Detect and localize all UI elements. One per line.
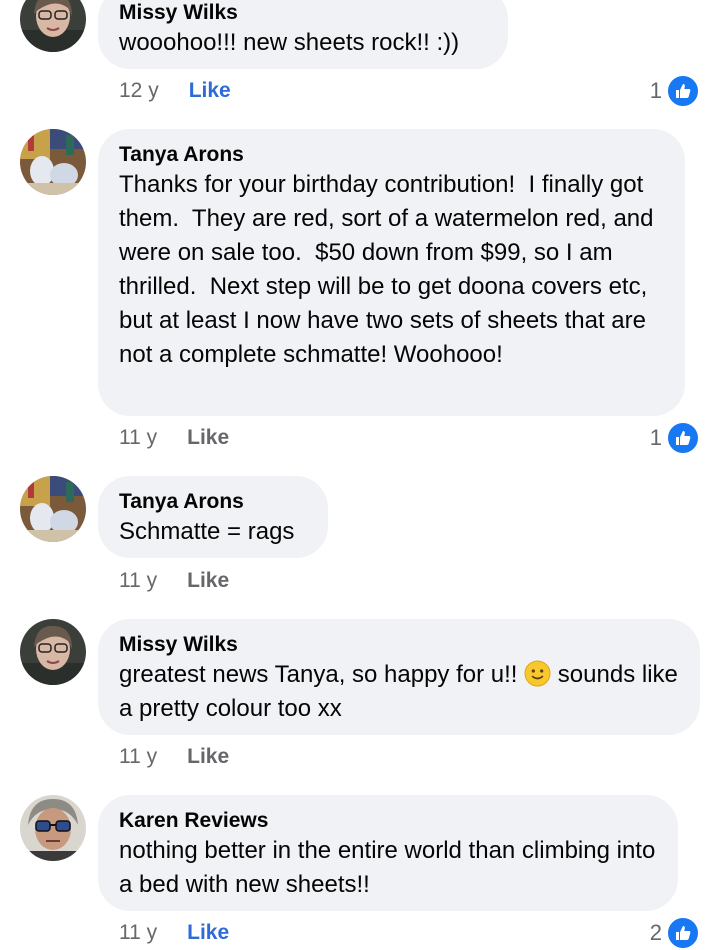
comment-text: nothing better in the entire world than … [119, 837, 662, 898]
avatar[interactable] [20, 619, 86, 685]
reaction-count: 1 [649, 425, 662, 450]
toys-shelf-avatar [20, 476, 86, 542]
comment-text: wooohoo!!! new sheets rock!! :)) [119, 29, 460, 56]
comment-actions: 11 y Like [119, 920, 229, 946]
like-button[interactable]: Like [189, 78, 231, 104]
person-with-blue-glasses-avatar [20, 795, 86, 861]
like-button[interactable]: Like [187, 744, 229, 770]
comment-timestamp[interactable]: 11 y [119, 568, 157, 594]
comment-actions: 11 y Like [119, 425, 229, 451]
comment-text-part: greatest news Tanya, so happy for u!! [119, 661, 525, 688]
woman-with-glasses-avatar [20, 619, 86, 685]
comment-bubble: Missy Wilks greatest news Tanya, so happ… [98, 619, 700, 735]
comment-text: Schmatte = rags [119, 518, 295, 545]
comment-author[interactable]: Tanya Arons [119, 142, 665, 168]
comment-bubble: Tanya Arons Thanks for your birthday con… [98, 129, 685, 416]
comment-author[interactable]: Karen Reviews [119, 808, 658, 834]
comment-author[interactable]: Tanya Arons [119, 489, 308, 515]
toys-shelf-avatar [20, 129, 86, 195]
comment-actions: 11 y Like [119, 744, 229, 770]
reaction-summary[interactable]: 2 [650, 916, 700, 950]
thumbs-up-icon [666, 916, 700, 950]
comment-bubble: Tanya Arons Schmatte = rags [98, 476, 328, 558]
comment-text: greatest news Tanya, so happy for u!! so… [119, 658, 680, 726]
reaction-summary[interactable]: 1 [650, 421, 700, 455]
like-button[interactable]: Like [187, 920, 229, 946]
avatar[interactable] [20, 476, 86, 542]
avatar[interactable] [20, 129, 86, 195]
slightly-smiling-face-emoji [524, 660, 551, 687]
thumbs-up-icon [666, 421, 700, 455]
comment-timestamp[interactable]: 11 y [119, 920, 157, 946]
reaction-count: 2 [649, 920, 662, 945]
like-button[interactable]: Like [187, 568, 229, 594]
avatar[interactable] [20, 795, 86, 861]
reaction-summary[interactable]: 1 [650, 74, 700, 108]
comment-actions: 11 y Like [119, 568, 229, 594]
woman-with-glasses-avatar [20, 0, 86, 52]
like-button[interactable]: Like [187, 425, 229, 451]
comment-bubble: Karen Reviews nothing better in the enti… [98, 795, 678, 911]
thumbs-up-icon [666, 74, 700, 108]
comment-timestamp[interactable]: 12 y [119, 78, 159, 104]
avatar[interactable] [20, 0, 86, 52]
comment-author[interactable]: Missy Wilks [119, 0, 488, 26]
comment-bubble: Missy Wilks wooohoo!!! new sheets rock!!… [98, 0, 508, 69]
comment-timestamp[interactable]: 11 y [119, 744, 157, 770]
comment-actions: 12 y Like [119, 78, 231, 104]
comment-timestamp[interactable]: 11 y [119, 425, 157, 451]
comment-text: Thanks for your birthday contribution! I… [119, 171, 661, 368]
reaction-count: 1 [649, 78, 662, 103]
comment-author[interactable]: Missy Wilks [119, 632, 680, 658]
